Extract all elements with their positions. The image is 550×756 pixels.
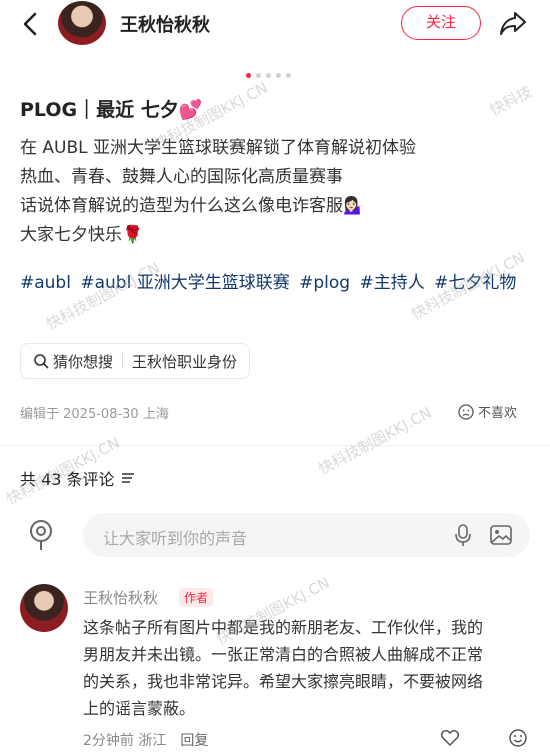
divider (122, 353, 124, 369)
hashtag-link[interactable]: #aubl (20, 273, 71, 293)
author-avatar[interactable] (58, 1, 106, 45)
carousel-dot (266, 73, 271, 78)
post-body: 在 AUBL 亚洲大学生篮球联赛解锁了体育解说初体验 热血、青春、鼓舞人心的国际… (20, 134, 535, 250)
hashtag-link[interactable]: #主持人 (359, 273, 424, 293)
post-title: PLOG｜最近 七夕💕 (20, 99, 203, 121)
follow-button[interactable]: 关注 (401, 6, 481, 40)
section-divider (0, 445, 550, 446)
my-avatar-icon (30, 520, 52, 550)
carousel-indicator (246, 73, 291, 78)
hashtag-link[interactable]: #七夕礼物 (434, 273, 516, 293)
author-badge: 作者 (179, 588, 214, 607)
image-icon[interactable] (489, 524, 513, 546)
top-bar: 王秋怡秋秋 关注 (0, 0, 550, 46)
comment-time-location: 2分钟前 浙江 (83, 733, 167, 749)
microphone-icon[interactable] (453, 523, 473, 547)
back-arrow-icon[interactable] (16, 9, 46, 39)
like-icon[interactable] (440, 728, 460, 748)
comment-text-line: 男朋友并未出镜。一张正常清白的合照被人曲解成不正常 (83, 645, 484, 664)
watermark: 快科技制图KKJ.CN (315, 403, 435, 479)
dislike-label: 不喜欢 (478, 406, 518, 421)
hashtag-link[interactable]: #plog (299, 273, 350, 293)
sort-icon (121, 473, 134, 483)
comment-text-line: 的关系，我也非常诧异。希望大家擦亮眼睛，不要被网络 (83, 672, 484, 691)
post-tags: #aubl #aubl 亚洲大学生篮球联赛 #plog #主持人 #七夕礼物 (20, 268, 530, 298)
comment-text-line: 上的谣言蒙蔽。 (83, 699, 196, 718)
edit-info: 编辑于 2025-08-30 上海 (20, 407, 169, 422)
dislike-button[interactable]: 不喜欢 (458, 402, 517, 421)
comment-text-line: 这条帖子所有图片中都是我的新朋老友、工作伙伴，我的 (83, 618, 484, 637)
search-suggestion-label: 猜你想搜 (53, 352, 114, 371)
search-suggestion-query[interactable]: 王秋怡职业身份 (132, 351, 237, 372)
search-suggestion-chip[interactable]: 猜你想搜 王秋怡职业身份 (20, 343, 251, 379)
share-icon[interactable] (498, 8, 528, 38)
emoji-icon[interactable] (508, 728, 528, 748)
comment-text: 这条帖子所有图片中都是我的新朋老友、工作伙伴，我的 男朋友并未出镜。一张正常清白… (83, 614, 533, 722)
commenter-avatar[interactable] (20, 584, 68, 632)
author-name[interactable]: 王秋怡秋秋 (120, 11, 210, 37)
comment-count[interactable]: 共 43 条评论 (20, 466, 136, 490)
post-body-line: 在 AUBL 亚洲大学生篮球联赛解锁了体育解说初体验 (20, 138, 417, 158)
comment-input[interactable]: 让大家听到你的声音 (83, 513, 530, 557)
carousel-dot (256, 73, 261, 78)
search-icon (34, 354, 49, 369)
post-body-line: 大家七夕快乐🌹 (20, 225, 144, 245)
comment-count-label: 共 43 条评论 (20, 470, 115, 489)
reply-button[interactable]: 回复 (180, 733, 208, 749)
carousel-dot (286, 73, 291, 78)
comment-input-placeholder: 让大家听到你的声音 (103, 529, 248, 548)
comment-meta: 2分钟前 浙江 回复 (83, 730, 208, 750)
carousel-dot (246, 73, 251, 78)
watermark: 快科技 (486, 82, 535, 120)
commenter-name[interactable]: 王秋怡秋秋 (83, 587, 158, 608)
carousel-dot (276, 73, 281, 78)
post-body-line: 话说体育解说的造型为什么这么像电诈客服💁🏻‍♀️ (20, 196, 365, 216)
sad-face-icon (458, 403, 474, 420)
post-body-line: 热血、青春、鼓舞人心的国际化高质量赛事 (20, 167, 343, 187)
hashtag-link[interactable]: #aubl 亚洲大学生篮球联赛 (80, 273, 289, 293)
